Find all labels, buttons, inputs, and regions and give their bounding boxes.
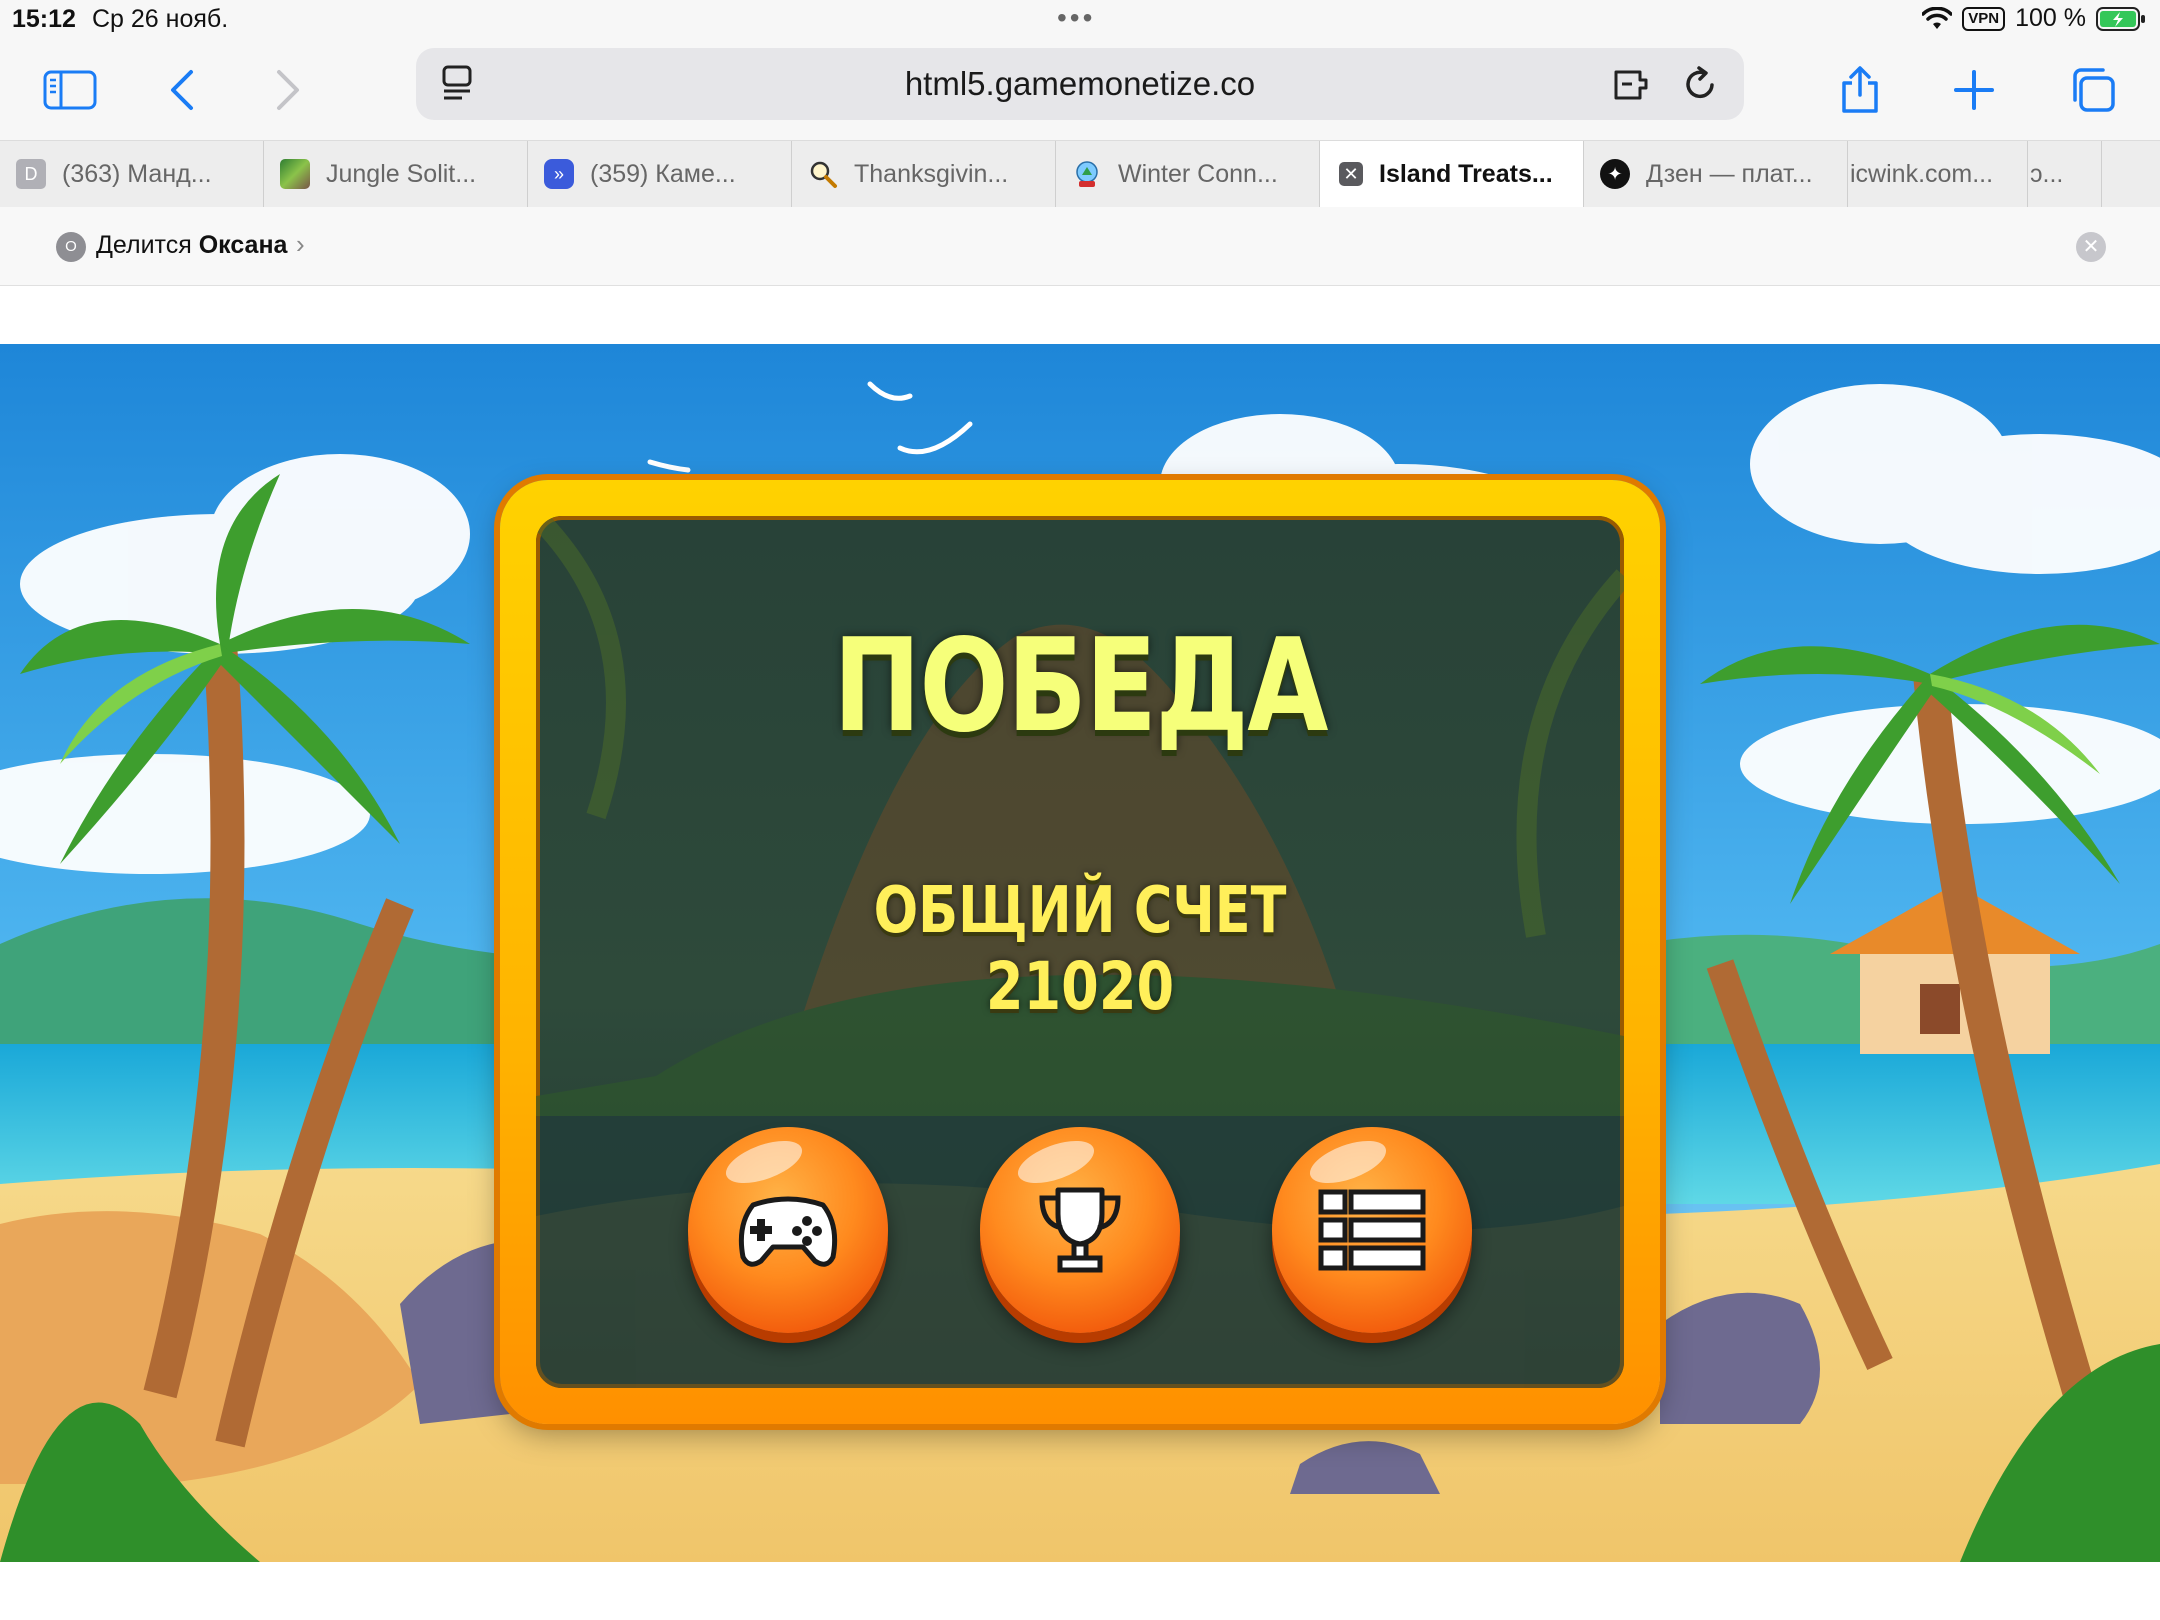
vpn-badge: VPN [1962, 6, 2006, 31]
shared-tab-bar: O Делится Оксана › [0, 207, 2160, 286]
victory-dialog-content: ПОБЕДА ОБЩИЙ СЧЕТ 21020 [536, 516, 1624, 1388]
tabs-overview-button[interactable] [2062, 60, 2122, 120]
status-date: Ср 26 нояб. [92, 5, 229, 33]
tab-7[interactable]: ✦ Дзен — плат... [1584, 141, 1848, 207]
extension-icon [1614, 70, 1648, 100]
shared-by-prefix: Делится [96, 231, 192, 259]
reload-icon [1686, 66, 1714, 99]
gamepad-icon [738, 1196, 838, 1267]
battery-charging-icon [2096, 6, 2145, 31]
new-tab-icon [1954, 70, 1994, 110]
status-right: VPN 100 % [1922, 4, 2146, 33]
tab-3[interactable]: » (359) Каме... [528, 141, 792, 207]
address-bar[interactable]: html5.gamemonetize.co [416, 48, 1744, 120]
jungle-favicon-icon [280, 159, 310, 189]
extensions-button[interactable] [1612, 62, 1656, 106]
shared-by-text[interactable]: Делится Оксана [96, 231, 287, 260]
battery-percent: 100 % [2015, 4, 2086, 32]
back-icon [171, 70, 193, 110]
shared-by-name: Оксана [198, 231, 288, 259]
tab-2[interactable]: Jungle Solit... [264, 141, 528, 207]
tabs-overview-icon [2073, 68, 2115, 112]
forward-button[interactable] [258, 60, 318, 120]
tab-label: (363) Манд... [62, 159, 212, 188]
play-again-button[interactable] [688, 1127, 888, 1333]
share-button[interactable] [1830, 60, 1890, 120]
tab-label: Island Treats... [1379, 159, 1553, 188]
share-icon [1842, 66, 1878, 113]
avatar: O [56, 232, 86, 262]
forward-icon [277, 70, 299, 110]
new-tab-button[interactable] [1944, 60, 2004, 120]
fast-forward-favicon-icon: » [544, 159, 574, 189]
sidebar-button[interactable] [40, 60, 100, 120]
tab-label: Jungle Solit... [326, 159, 477, 188]
snow-globe-favicon-icon [1072, 159, 1102, 189]
back-button[interactable] [152, 60, 212, 120]
tab-1[interactable]: D (363) Манд... [0, 141, 264, 207]
magnifier-favicon-icon [808, 159, 838, 189]
url-text[interactable]: html5.gamemonetize.co [416, 48, 1744, 120]
tab-6-active[interactable]: ✕ Island Treats... [1320, 141, 1584, 207]
close-share-bar-icon[interactable]: ✕ [2076, 232, 2106, 262]
tab-label: ɔ... [2030, 159, 2064, 188]
reload-button[interactable] [1678, 62, 1722, 106]
tab-label: icwink.com... [1850, 159, 1994, 188]
tab-favicon-letter: D [16, 159, 46, 189]
tab-label: (359) Каме... [590, 159, 736, 188]
list-icon [1318, 1189, 1426, 1271]
browser-toolbar: html5.gamemonetize.co [0, 40, 2160, 140]
total-score-value: 21020 [985, 948, 1175, 1025]
sidebar-icon [43, 70, 97, 110]
victory-dialog: ПОБЕДА ОБЩИЙ СЧЕТ 21020 [500, 480, 1660, 1424]
chevron-right-icon: › [296, 229, 305, 259]
close-tab-icon[interactable]: ✕ [1339, 162, 1363, 186]
victory-title: ПОБЕДА [833, 612, 1328, 761]
tab-label: Winter Conn... [1118, 159, 1278, 188]
tab-label: Дзен — плат... [1646, 159, 1813, 188]
status-time: 15:12 [12, 5, 76, 33]
tab-5[interactable]: Winter Conn... [1056, 141, 1320, 207]
wifi-icon [1922, 6, 1953, 29]
trophy-icon [1039, 1187, 1121, 1273]
status-bar: 15:12 Ср 26 нояб. ••• VPN 100 % [0, 0, 2160, 40]
tab-8[interactable]: icwink.com... [1848, 141, 2028, 207]
tab-strip: D (363) Манд... Jungle Solit... » (359) … [0, 140, 2160, 208]
dzen-favicon-icon: ✦ [1600, 159, 1630, 189]
total-score-label: ОБЩИЙ СЧЕТ [873, 874, 1287, 948]
multitasking-dots-icon[interactable]: ••• [1057, 2, 1095, 34]
leaderboard-button[interactable] [980, 1127, 1180, 1333]
tab-label: Thanksgivin... [854, 159, 1009, 188]
menu-button[interactable] [1272, 1127, 1472, 1333]
tab-9[interactable]: ɔ... [2028, 141, 2102, 207]
tab-4[interactable]: Thanksgivin... [792, 141, 1056, 207]
